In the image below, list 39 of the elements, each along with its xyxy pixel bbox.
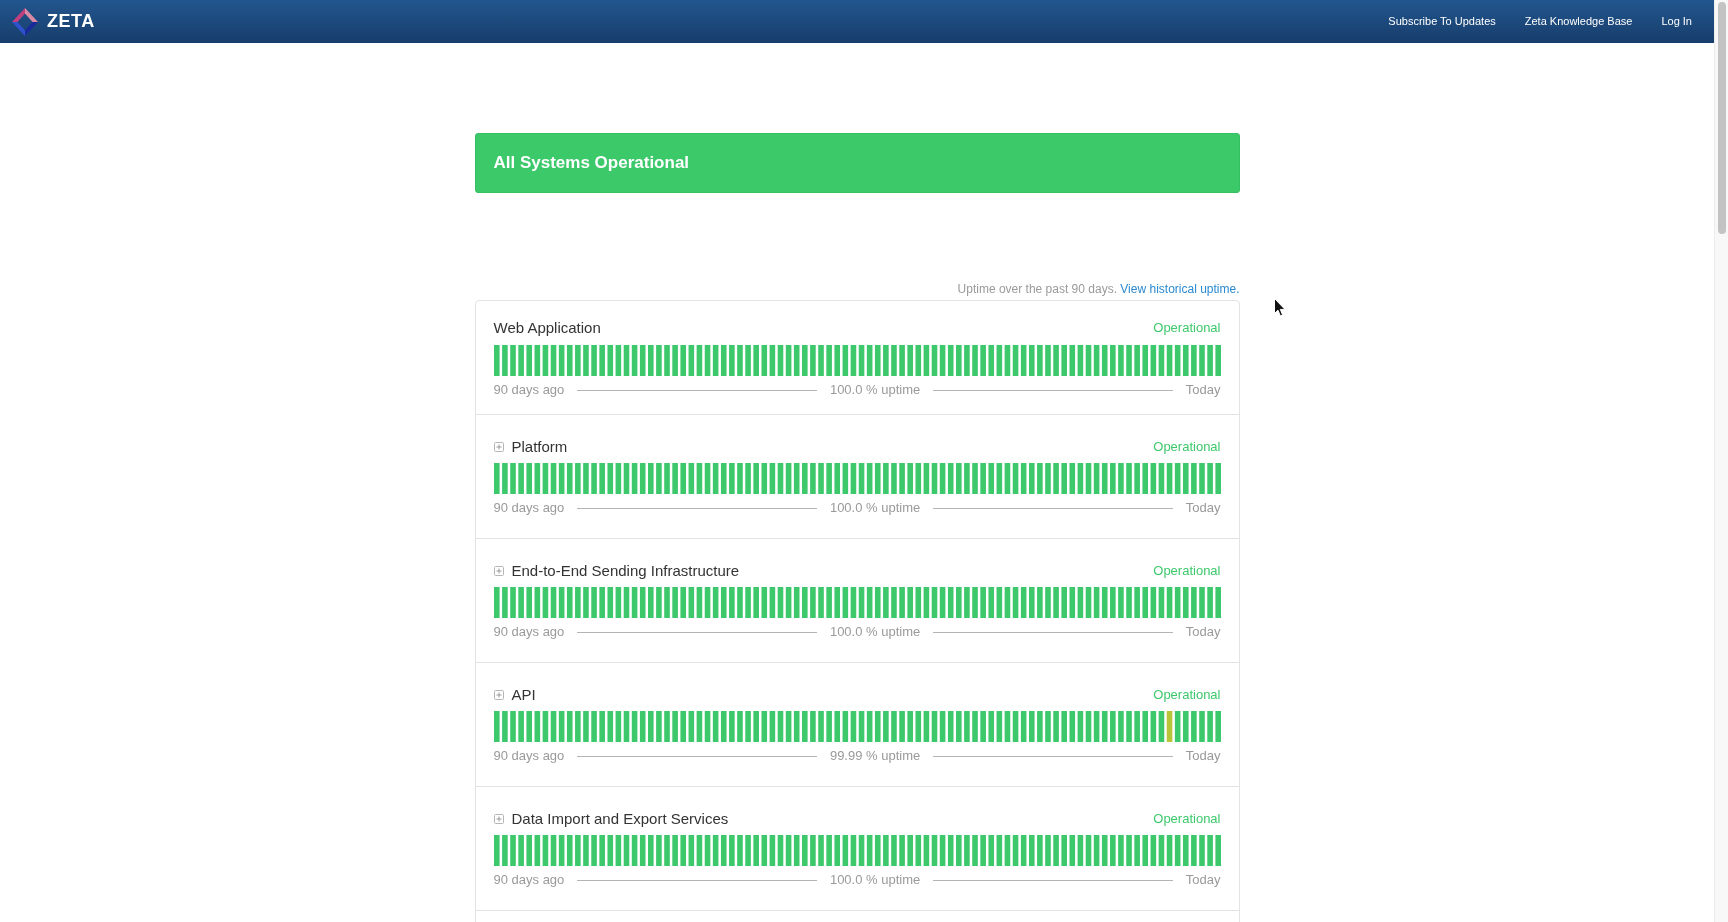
component-status: Operational bbox=[1153, 438, 1221, 457]
plus-square-icon[interactable] bbox=[493, 442, 504, 452]
component-status: Operational bbox=[1153, 319, 1221, 338]
uptime-percentage: 100.0 % uptime bbox=[829, 499, 921, 518]
component-name: Platform bbox=[511, 436, 568, 457]
plus-square-icon[interactable] bbox=[493, 814, 504, 824]
range-end-label: Today bbox=[1185, 381, 1221, 400]
component-status: Operational bbox=[1153, 686, 1221, 705]
logo-text[interactable]: ZETA bbox=[47, 8, 95, 35]
range-end-label: Today bbox=[1185, 499, 1221, 518]
component-name: Web Application bbox=[493, 317, 601, 338]
range-end-label: Today bbox=[1185, 747, 1221, 766]
range-start-label: 90 days ago bbox=[493, 747, 565, 766]
plus-square-icon[interactable] bbox=[493, 690, 504, 700]
component-status: Operational bbox=[1153, 562, 1221, 581]
component-status: Operational bbox=[1153, 810, 1221, 829]
logo-icon bbox=[12, 7, 38, 36]
range-start-label: 90 days ago bbox=[493, 499, 565, 518]
uptime-note: Uptime over the past 90 days. View historical uptime. bbox=[957, 281, 1240, 297]
component-name: End-to-End Sending Infrastructure bbox=[511, 560, 740, 581]
nav-link[interactable]: Log In bbox=[1661, 13, 1692, 30]
range-start-label: 90 days ago bbox=[493, 871, 565, 890]
nav-link[interactable]: Subscribe To Updates bbox=[1388, 13, 1496, 30]
uptime-percentage: 100.0 % uptime bbox=[829, 623, 921, 642]
component-name: API bbox=[511, 684, 536, 705]
uptime-percentage: 100.0 % uptime bbox=[829, 381, 921, 400]
range-start-label: 90 days ago bbox=[493, 623, 565, 642]
scrollbar-thumb[interactable] bbox=[1717, 2, 1726, 234]
uptime-percentage: 99.99 % uptime bbox=[829, 747, 921, 766]
status-banner-text: All Systems Operational bbox=[493, 152, 690, 175]
range-end-label: Today bbox=[1185, 871, 1221, 890]
component-name: Data Import and Export Services bbox=[511, 808, 729, 829]
historical-uptime-link[interactable]: View historical uptime. bbox=[1120, 282, 1240, 296]
uptime-percentage: 100.0 % uptime bbox=[829, 871, 921, 890]
mouse-cursor-icon bbox=[1274, 298, 1286, 317]
plus-square-icon[interactable] bbox=[493, 566, 504, 576]
range-start-label: 90 days ago bbox=[493, 381, 565, 400]
nav-link[interactable]: Zeta Knowledge Base bbox=[1524, 13, 1633, 30]
range-end-label: Today bbox=[1185, 623, 1221, 642]
